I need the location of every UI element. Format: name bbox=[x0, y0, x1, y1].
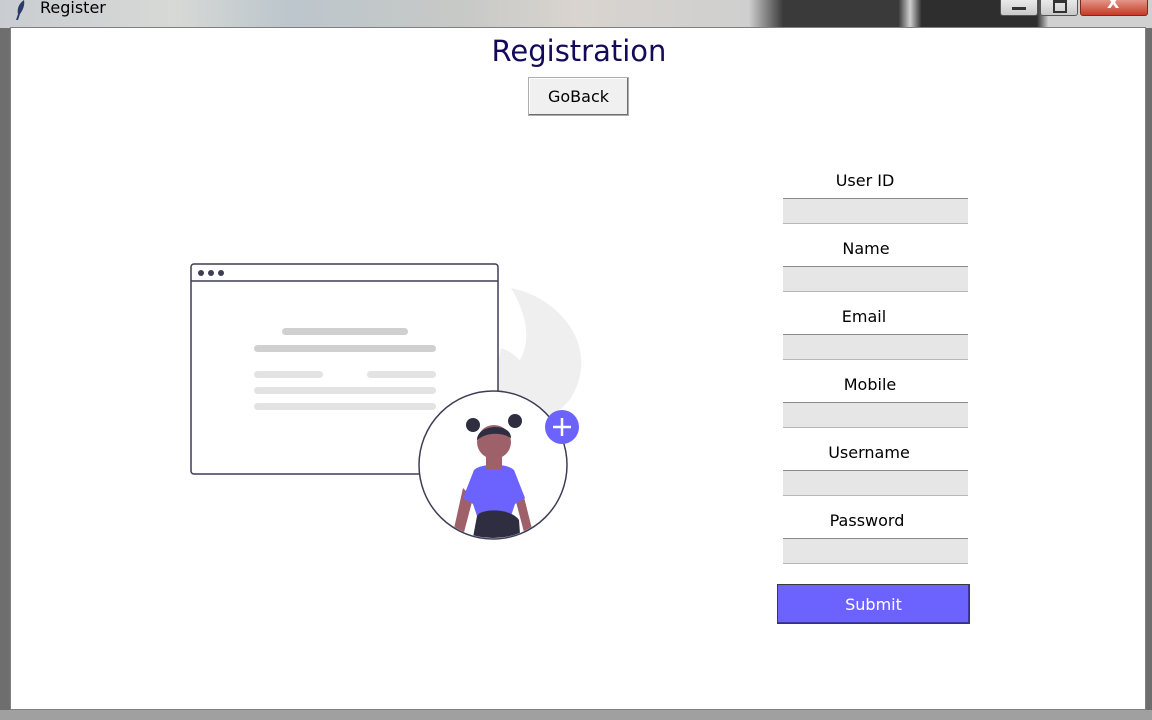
close-button[interactable]: X bbox=[1080, 0, 1148, 16]
window-titlebar[interactable]: Register X bbox=[0, 0, 1152, 22]
plus-icon bbox=[545, 410, 579, 444]
page-title: Registration bbox=[491, 34, 667, 68]
registration-illustration bbox=[190, 263, 582, 540]
window-controls: X bbox=[998, 0, 1148, 16]
window-title: Register bbox=[40, 0, 106, 17]
mobile-label: Mobile bbox=[843, 375, 897, 394]
avatar-graphic bbox=[418, 390, 568, 540]
username-label: Username bbox=[828, 443, 910, 462]
name-label: Name bbox=[842, 239, 890, 258]
window-client-area: Registration GoBack User ID Name Email M… bbox=[10, 27, 1146, 710]
close-icon: X bbox=[1107, 0, 1120, 12]
maximize-button[interactable] bbox=[1040, 0, 1078, 16]
userid-input[interactable] bbox=[783, 198, 968, 224]
submit-button[interactable]: Submit bbox=[777, 584, 970, 624]
email-input[interactable] bbox=[783, 334, 968, 360]
password-input[interactable] bbox=[783, 538, 968, 564]
email-label: Email bbox=[841, 307, 887, 326]
userid-label: User ID bbox=[835, 171, 895, 190]
window-bottom-edge bbox=[0, 710, 1152, 720]
goback-button[interactable]: GoBack bbox=[528, 77, 629, 116]
password-label: Password bbox=[829, 511, 905, 530]
name-input[interactable] bbox=[783, 266, 968, 292]
username-input[interactable] bbox=[783, 470, 968, 496]
minimize-button[interactable] bbox=[1000, 0, 1038, 16]
mobile-input[interactable] bbox=[783, 402, 968, 428]
feather-icon bbox=[16, 0, 25, 20]
